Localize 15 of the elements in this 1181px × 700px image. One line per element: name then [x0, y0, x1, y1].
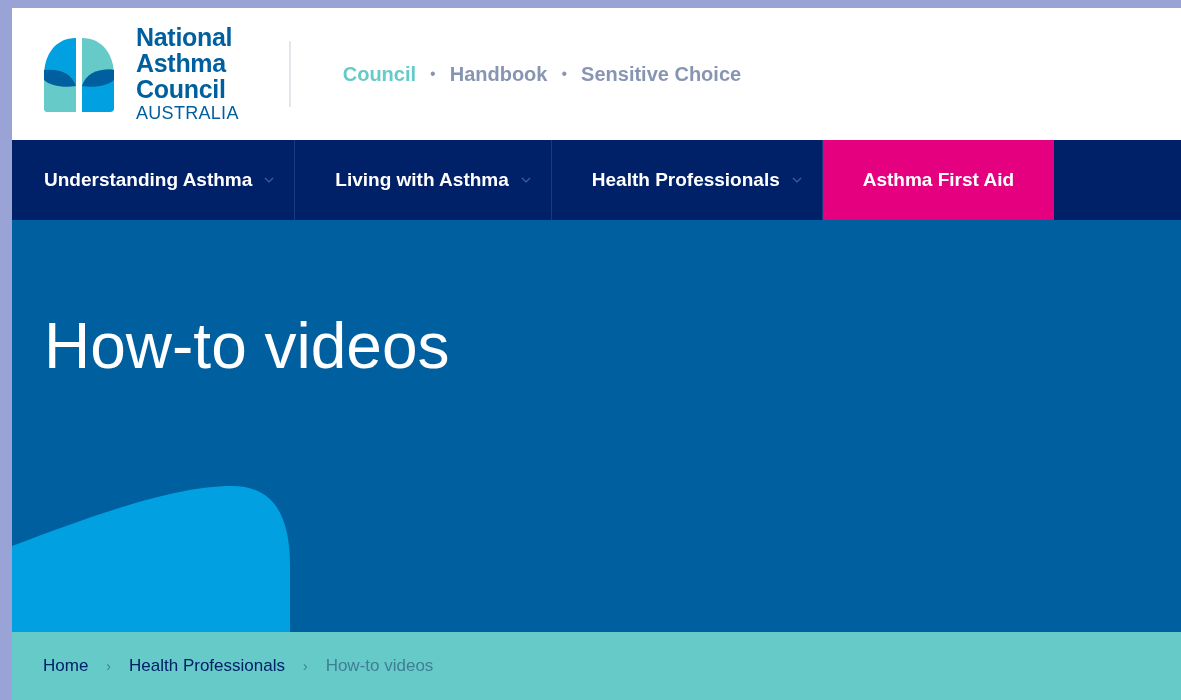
breadcrumb-separator: ›: [106, 658, 112, 674]
breadcrumb-link[interactable]: Home: [43, 656, 89, 676]
logo-wordmark-line: National: [136, 24, 234, 50]
breadcrumb-link[interactable]: Health Professionals: [129, 656, 285, 676]
logo-country: AUSTRALIA: [136, 102, 239, 124]
logo-wordmark-line: Asthma: [136, 50, 228, 76]
logo-link[interactable]: National Asthma Council AUSTRALIA: [42, 24, 239, 124]
lungs-logo-icon: [42, 36, 116, 112]
separator-dot: •: [430, 65, 436, 83]
first-aid-button[interactable]: Asthma First Aid: [822, 140, 1055, 220]
breadcrumb-separator: ›: [302, 658, 308, 674]
logo-wordmark-line: Council: [136, 76, 227, 102]
separator-dot: •: [561, 65, 568, 83]
current-page-label: How-to videos: [325, 656, 434, 676]
page-title: How-to videos: [44, 309, 450, 384]
